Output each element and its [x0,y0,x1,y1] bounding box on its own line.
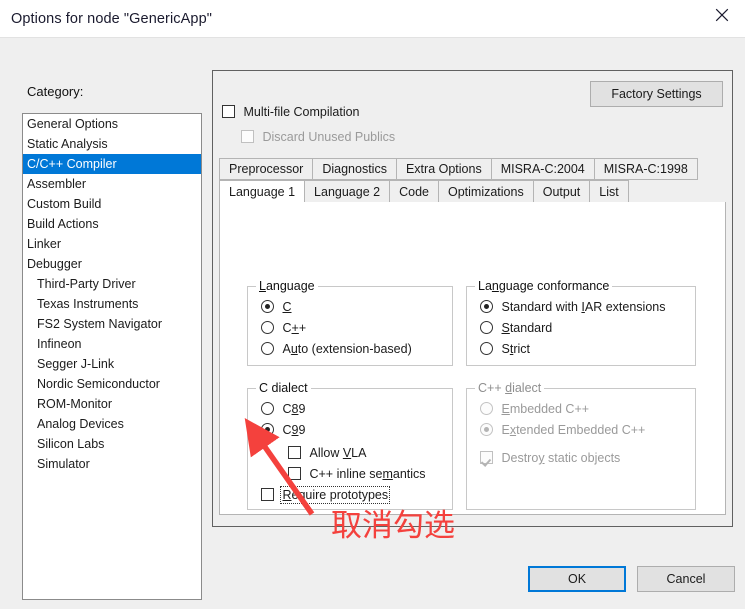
checkbox-box [261,488,274,501]
radio-dot [480,321,493,334]
discard-unused-publics-label: Discard Unused Publics [262,130,396,144]
category-item-texas-instruments[interactable]: Texas Instruments [23,294,201,314]
tab-misra-c-2004[interactable]: MISRA-C:2004 [491,158,595,180]
checkbox-cpp-inline-semantics-label: C++ inline semantics [309,467,426,481]
category-label: Category: [27,84,84,99]
tab-code[interactable]: Code [390,180,439,203]
tab-preprocessor[interactable]: Preprocessor [219,158,314,180]
radio-standard-label: Standard [501,321,553,335]
category-item-linker[interactable]: Linker [23,234,201,254]
factory-settings-button[interactable]: Factory Settings [590,81,723,107]
radio-language-c[interactable]: C [261,300,292,314]
tab-output[interactable]: Output [533,180,591,203]
radio-standard[interactable]: Standard [480,321,552,335]
checkbox-cpp-inline-semantics[interactable]: C++ inline semantics [288,467,426,481]
radio-strict[interactable]: Strict [480,342,530,356]
radio-language-auto-label: Auto (extension-based) [282,342,412,356]
radio-dot [261,423,274,436]
category-item-simulator[interactable]: Simulator [23,454,201,474]
title-bar: Options for node "GenericApp" [0,0,745,38]
radio-dot [480,423,493,436]
radio-dot [261,402,274,415]
checkbox-allow-vla-label: Allow VLA [309,446,367,460]
category-item-silicon-labs[interactable]: Silicon Labs [23,434,201,454]
multi-file-compilation-label: Multi-file Compilation [243,105,360,119]
language-group-legend: Language [256,279,318,293]
category-item-third-party-driver[interactable]: Third-Party Driver [23,274,201,294]
ok-button[interactable]: OK [528,566,626,592]
radio-dot [480,300,493,313]
radio-dot [261,342,274,355]
checkbox-box [288,467,301,480]
radio-c99[interactable]: C99 [261,423,305,437]
category-item-rom-monitor[interactable]: ROM-Monitor [23,394,201,414]
category-item-debugger[interactable]: Debugger [23,254,201,274]
c-dialect-group: C dialect C89 C99 Allow VLA C++ inline s… [247,381,453,510]
category-list[interactable]: General Options Static Analysis C/C++ Comp… [22,113,202,600]
radio-dot [261,300,274,313]
radio-strict-label: Strict [501,342,530,356]
radio-c99-label: C99 [282,423,306,437]
category-item-nordic-semiconductor[interactable]: Nordic Semiconductor [23,374,201,394]
tab-extra-options[interactable]: Extra Options [396,158,492,180]
discard-unused-publics-checkbox: Discard Unused Publics [241,130,395,144]
close-button[interactable] [699,0,745,30]
radio-standard-with-iar-extensions[interactable]: Standard with IAR extensions [480,300,666,314]
category-item-general-options[interactable]: General Options [23,114,201,134]
cpp-dialect-group-legend: C++ dialect [475,381,545,395]
compiler-options-panel: Factory Settings Multi-file Compilation … [212,70,733,527]
category-item-analog-devices[interactable]: Analog Devices [23,414,201,434]
cancel-button[interactable]: Cancel [637,566,735,592]
checkbox-destroy-static-objects: Destroy static objects [480,451,620,465]
radio-dot [480,342,493,355]
radio-language-c-label: C [282,300,292,314]
radio-language-cpp[interactable]: C++ [261,321,306,335]
language-conformance-group: Language conformance Standard with IAR e… [466,279,696,366]
radio-standard-with-iar-extensions-label: Standard with IAR extensions [501,300,666,314]
radio-dot [261,321,274,334]
tab-strip-lower[interactable]: Language 1 Language 2 Code Optimizations… [219,180,629,203]
checkbox-require-prototypes-label: Require prototypes [280,486,391,504]
language-1-tab-panel: Language C C++ Auto (extension-based) La… [219,202,726,515]
category-item-build-actions[interactable]: Build Actions [23,214,201,234]
radio-c89-label: C89 [282,402,306,416]
checkbox-allow-vla[interactable]: Allow VLA [288,446,366,460]
cpp-dialect-group: C++ dialect Embedded C++ Extended Embedd… [466,381,696,510]
checkbox-require-prototypes[interactable]: Require prototypes [261,486,391,504]
category-item-assembler[interactable]: Assembler [23,174,201,194]
radio-dot [480,402,493,415]
window-title: Options for node "GenericApp" [11,11,213,27]
category-item-infineon[interactable]: Infineon [23,334,201,354]
checkbox-box [480,451,493,464]
tab-optimizations[interactable]: Optimizations [438,180,534,203]
category-item-c-c-compiler[interactable]: C/C++ Compiler [23,154,201,174]
tab-strip-upper[interactable]: Preprocessor Diagnostics Extra Options M… [219,158,698,180]
radio-embedded-cpp-label: Embedded C++ [501,402,590,416]
close-icon [715,8,729,22]
tab-misra-c-1998[interactable]: MISRA-C:1998 [594,158,698,180]
language-conformance-group-legend: Language conformance [475,279,613,293]
radio-language-auto[interactable]: Auto (extension-based) [261,342,412,356]
multi-file-compilation-checkbox[interactable]: Multi-file Compilation [222,105,360,119]
c-dialect-group-legend: C dialect [256,381,311,395]
radio-extended-embedded-cpp-label: Extended Embedded C++ [501,423,646,437]
category-item-segger-j-link[interactable]: Segger J-Link [23,354,201,374]
checkbox-box [241,130,254,143]
tab-language-1[interactable]: Language 1 [219,180,306,203]
tab-diagnostics[interactable]: Diagnostics [313,158,397,180]
category-item-static-analysis[interactable]: Static Analysis [23,134,201,154]
radio-embedded-cpp: Embedded C++ [480,402,589,416]
category-item-custom-build[interactable]: Custom Build [23,194,201,214]
checkbox-destroy-static-objects-label: Destroy static objects [501,451,621,465]
checkbox-box [288,446,301,459]
language-group: Language C C++ Auto (extension-based) [247,279,453,366]
checkbox-box [222,105,235,118]
radio-language-cpp-label: C++ [282,321,307,335]
tab-language-2[interactable]: Language 2 [305,180,391,203]
tab-list[interactable]: List [590,180,629,203]
category-item-fs2-system-navigator[interactable]: FS2 System Navigator [23,314,201,334]
radio-c89[interactable]: C89 [261,402,305,416]
radio-extended-embedded-cpp: Extended Embedded C++ [480,423,645,437]
